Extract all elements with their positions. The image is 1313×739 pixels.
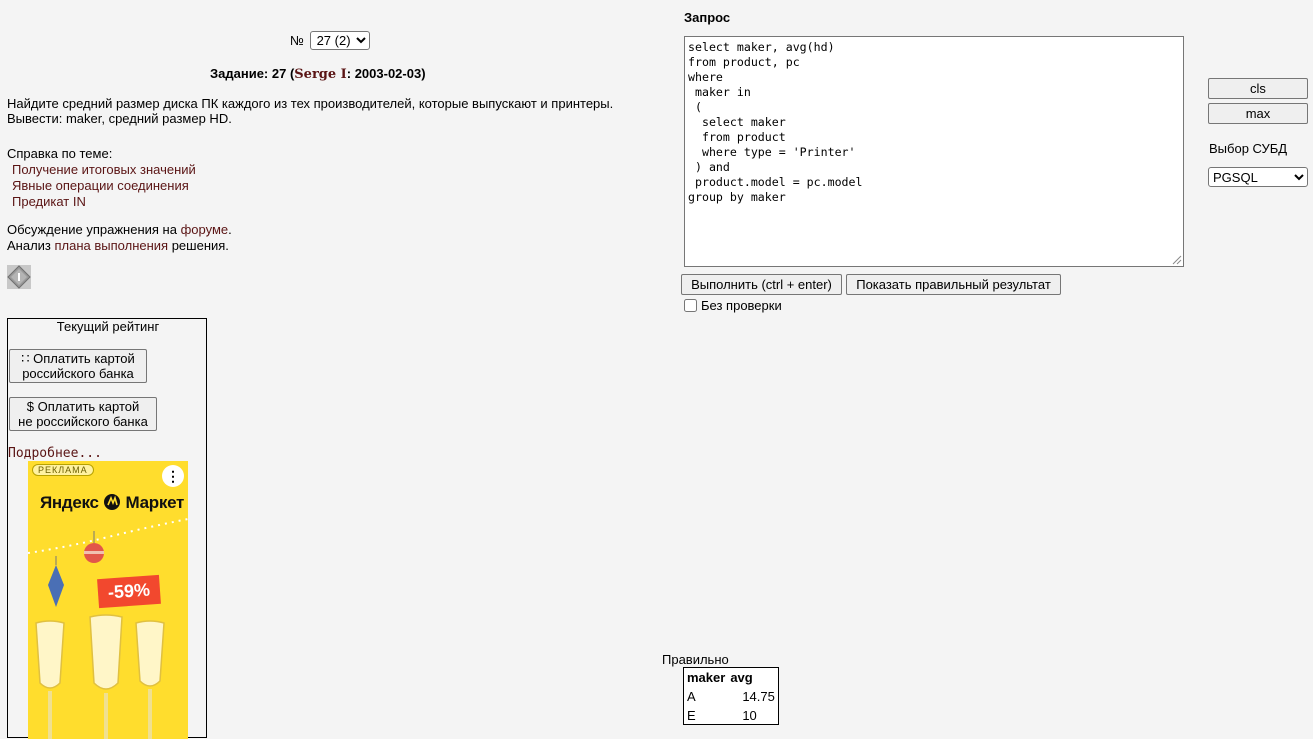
ad-brand-name: Яндекс [40, 493, 99, 512]
result-table: maker avg A 14.75 E 10 [683, 667, 779, 725]
help-link-in-predicate[interactable]: Предикат IN [7, 194, 196, 210]
table-row: A 14.75 [684, 686, 779, 705]
forum-prefix: Обсуждение упражнения на [7, 222, 181, 237]
no-check-row: Без проверки [684, 298, 782, 313]
table-cell: A [687, 688, 696, 704]
column-header: maker [687, 670, 726, 685]
no-check-checkbox[interactable] [684, 299, 697, 312]
help-link-joins[interactable]: Явные операции соединения [7, 178, 196, 194]
task-title-suffix: : 2003-02-03) [346, 66, 426, 81]
resize-grip-icon[interactable] [1171, 254, 1182, 265]
table-row: E 10 [684, 705, 779, 725]
plan-suffix: решения. [168, 238, 229, 253]
ad-banner[interactable]: РЕКЛАМА ⋮ Яндекс Маркет -59% [28, 461, 188, 739]
market-logo-icon [104, 494, 121, 510]
pay-foreign-card-button[interactable]: $ Оплатить картой не российского банка [9, 397, 157, 431]
help-block: Справка по теме: Получение итоговых знач… [7, 146, 196, 210]
plan-line: Анализ плана выполнения решения. [7, 238, 232, 254]
query-editor[interactable]: select maker, avg(hd) from product, pc w… [684, 36, 1184, 267]
task-title-prefix: Задание: 27 ( [210, 66, 295, 81]
table-cell: E [687, 707, 696, 723]
show-correct-result-button[interactable]: Показать правильный результат [846, 274, 1061, 295]
hint-icon[interactable] [7, 265, 31, 289]
task-number-row: № 27 (2) [290, 31, 370, 50]
table-cell: 10 [742, 707, 757, 723]
no-check-label: Без проверки [701, 298, 782, 313]
ad-menu-icon[interactable]: ⋮ [162, 465, 184, 487]
number-sign: № [290, 33, 304, 48]
more-link[interactable]: Подробнее... [8, 446, 102, 461]
task-description: Найдите средний размер диска ПК каждого … [7, 96, 614, 126]
ad-label: РЕКЛАМА [32, 464, 94, 476]
run-query-button[interactable]: Выполнить (ctrl + enter) [681, 274, 842, 295]
help-link-aggregates[interactable]: Получение итоговых значений [7, 162, 196, 178]
table-cell: 14.75 [742, 688, 775, 704]
task-title: Задание: 27 (Serge I: 2003-02-03) [210, 66, 426, 82]
result-status: Правильно [662, 652, 729, 667]
forum-suffix: . [228, 222, 232, 237]
help-heading: Справка по теме: [7, 146, 113, 161]
rating-box: Текущий рейтинг ∷ Оплатить картой россий… [7, 318, 207, 739]
cls-button[interactable]: cls [1208, 78, 1308, 99]
author-link[interactable]: Serge I [294, 67, 346, 82]
task-number-select[interactable]: 27 (2) [309, 31, 370, 50]
plan-link[interactable]: плана выполнения [55, 238, 169, 253]
forum-line: Обсуждение упражнения на форуме. [7, 222, 232, 238]
dbms-select[interactable]: PGSQL [1208, 167, 1308, 187]
pay-ru-line1: ∷ Оплатить картой [21, 351, 135, 366]
ad-brand-logo: Яндекс Маркет [40, 493, 184, 513]
dbms-label: Выбор СУБД [1209, 141, 1288, 156]
pay-russian-card-button[interactable]: ∷ Оплатить картой российского банка [9, 349, 147, 383]
plan-prefix: Анализ [7, 238, 55, 253]
ad-brand-suffix: Маркет [125, 493, 185, 512]
result-header-row: maker avg [684, 668, 779, 687]
query-label: Запрос [684, 10, 731, 25]
pay-ru-line2: российского банка [22, 366, 134, 381]
column-header: avg [730, 670, 753, 685]
forum-block: Обсуждение упражнения на форуме. Анализ … [7, 222, 232, 254]
ad-discount-badge: -59% [97, 574, 161, 609]
rating-title: Текущий рейтинг [56, 319, 160, 334]
max-button[interactable]: max [1208, 103, 1308, 124]
forum-link[interactable]: форуме [181, 222, 229, 237]
pay-foreign-line1: $ Оплатить картой [26, 399, 140, 414]
pay-foreign-line2: не российского банка [18, 414, 148, 429]
